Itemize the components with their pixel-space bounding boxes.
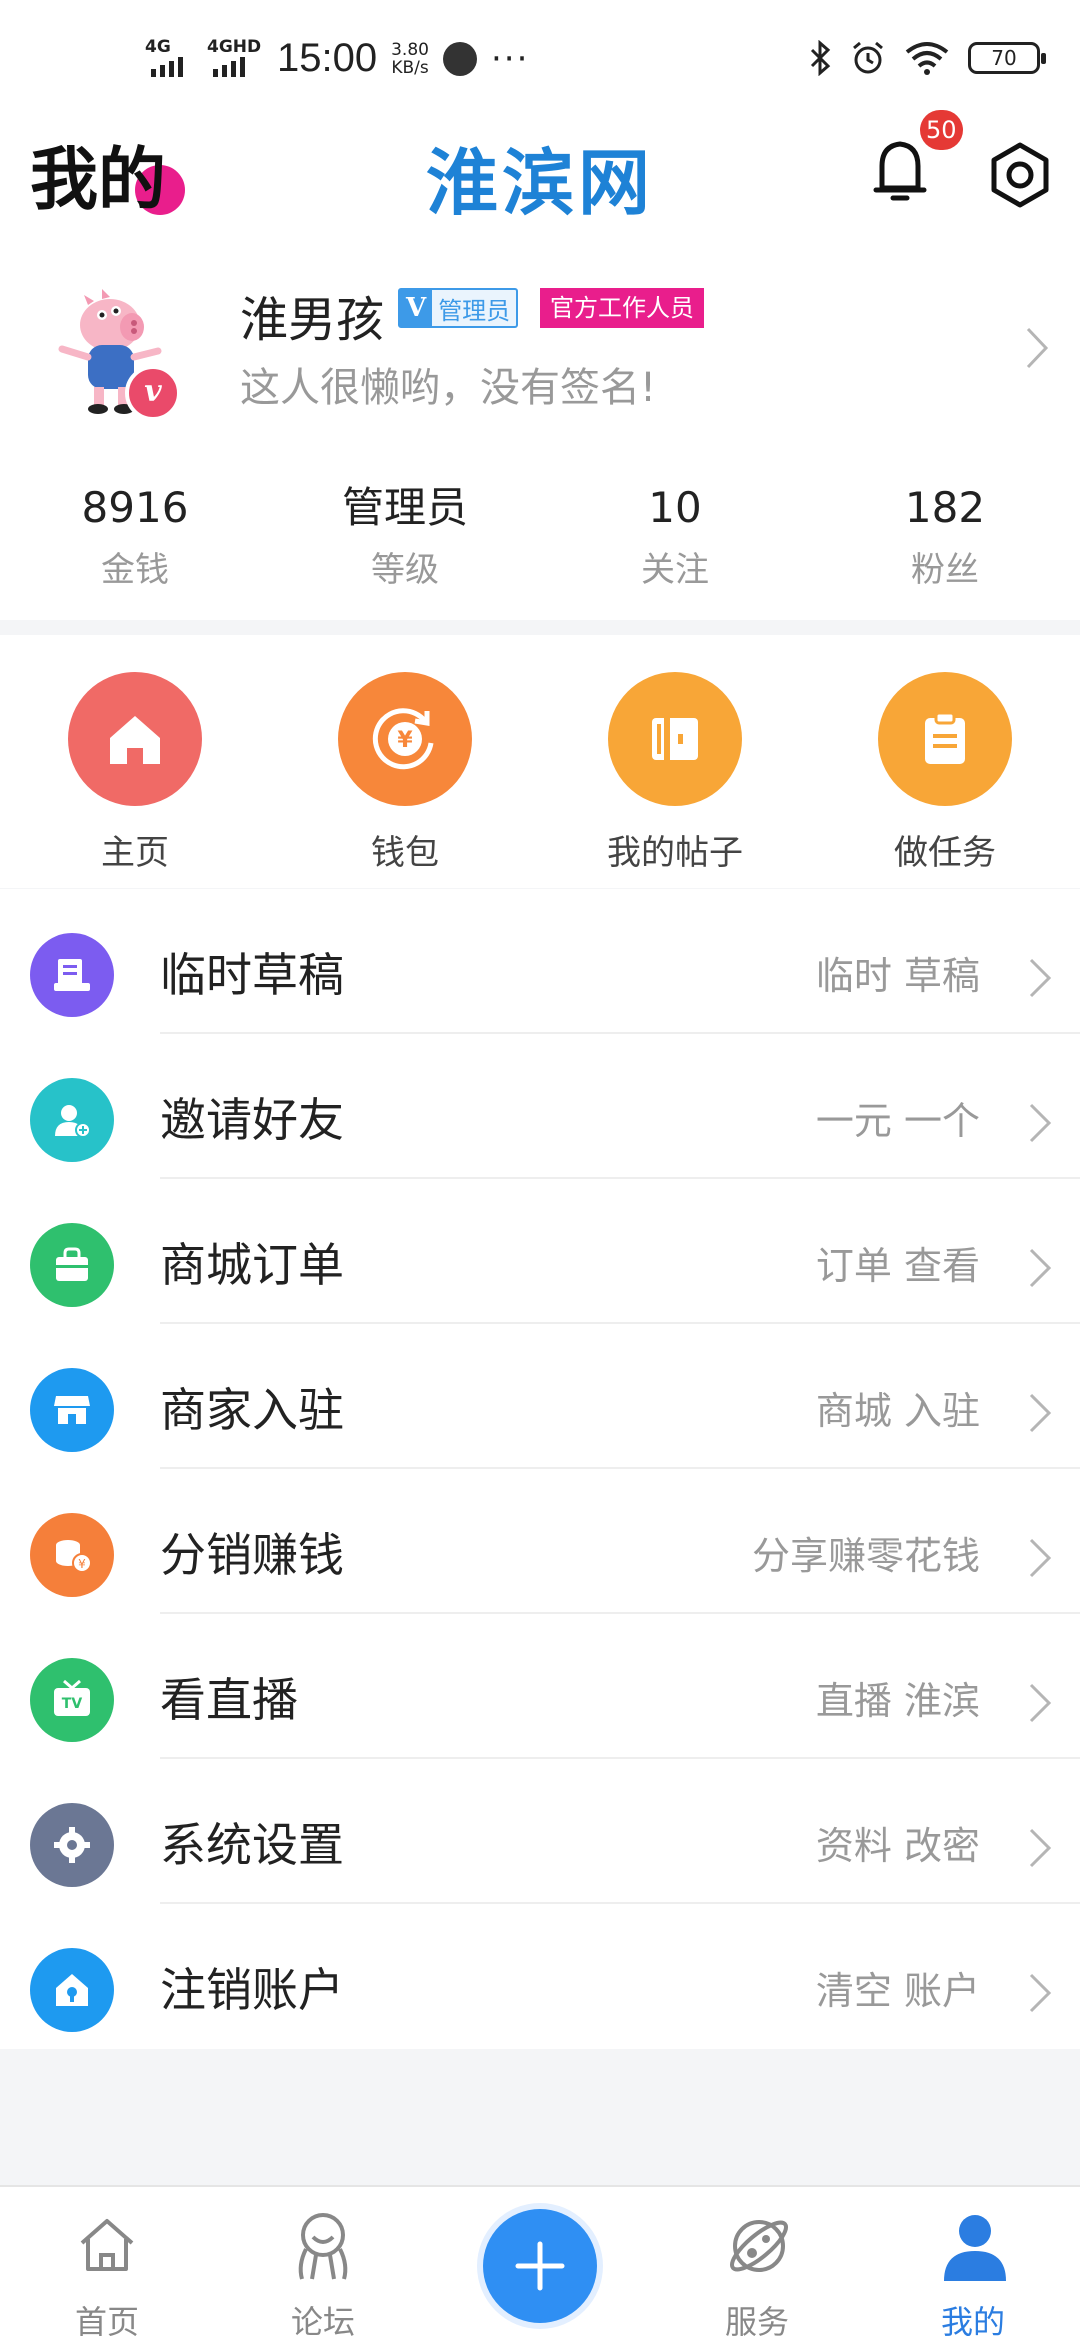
chevron-right-icon	[1029, 1828, 1052, 1868]
wifi-icon	[905, 42, 949, 75]
chevron-right-icon	[1029, 958, 1052, 998]
svg-text:¥: ¥	[78, 1557, 86, 1571]
shortcut-grid: 主页 ¥ 钱包 我的帖子 做任务	[0, 635, 1080, 888]
shortcut-my-posts[interactable]: 我的帖子	[540, 635, 810, 888]
home-outline-icon	[80, 2219, 134, 2271]
alarm-icon	[853, 41, 883, 74]
stat-level[interactable]: 管理员 等级	[270, 480, 540, 591]
menu-item-distribution[interactable]: ¥ 分销赚钱 分享赚零花钱	[0, 1469, 1080, 1614]
verified-badge: v	[125, 365, 181, 421]
stat-following[interactable]: 10 关注	[540, 480, 810, 591]
profile-card[interactable]: v 淮男孩 V 管理员 官方工作人员 这人很懒哟，没有签名! 8916 金钱 管…	[0, 235, 1080, 620]
draft-icon	[30, 933, 114, 1017]
username: 淮男孩	[240, 292, 385, 348]
coins-icon: ¥	[30, 1513, 114, 1597]
network-speed: 3.80 KB/s	[391, 39, 429, 78]
profile-page: 4G 4GHD 15:00 3.80 KB/s ··· 70 我的 淮滨网 50…	[0, 0, 1080, 2340]
signature: 这人很懒哟，没有签名!	[240, 365, 657, 411]
speedometer-icon	[442, 41, 477, 76]
chevron-right-icon	[1029, 1973, 1052, 2013]
menu-item-drafts[interactable]: 临时草稿 临时 草稿	[0, 889, 1080, 1034]
user-icon	[944, 2215, 1006, 2281]
chevron-right-icon	[1029, 1393, 1052, 1433]
svg-text:¥: ¥	[397, 728, 413, 753]
chevron-right-icon	[1029, 1538, 1052, 1578]
clock: 15:00	[277, 36, 378, 80]
nav-forum[interactable]: 论坛	[248, 2187, 398, 2340]
chevron-right-icon	[1029, 1683, 1052, 1723]
stats-row: 8916 金钱 管理员 等级 10 关注 182 粉丝	[0, 480, 1080, 591]
wallet-icon: ¥	[338, 672, 472, 806]
staff-tag: 官方工作人员	[540, 288, 704, 328]
signal-4ghd: 4GHD	[207, 38, 263, 79]
svg-text:TV: TV	[62, 1696, 83, 1712]
shortcut-home[interactable]: 主页	[0, 635, 270, 888]
gear-icon	[30, 1803, 114, 1887]
stat-followers[interactable]: 182 粉丝	[810, 480, 1080, 591]
chevron-right-icon	[1026, 327, 1049, 369]
bottom-nav: 首页 论坛 服务 我的	[0, 2185, 1080, 2340]
shortcut-tasks[interactable]: 做任务	[810, 635, 1080, 888]
notification-bell-icon[interactable]	[868, 130, 932, 210]
nav-home[interactable]: 首页	[32, 2187, 182, 2340]
posts-icon	[608, 672, 742, 806]
settings-hexagon-icon[interactable]	[985, 140, 1055, 210]
more-icon: ···	[490, 38, 530, 79]
menu-item-delete-account[interactable]: 注销账户 清空 账户	[0, 1904, 1080, 2049]
app-header: 我的 淮滨网 50	[0, 110, 1080, 235]
stat-money[interactable]: 8916 金钱	[0, 480, 270, 591]
nav-mine[interactable]: 我的	[898, 2187, 1048, 2340]
plus-icon	[515, 2241, 565, 2291]
admin-tag: V 管理员	[398, 288, 519, 328]
shortcut-wallet[interactable]: ¥ 钱包	[270, 635, 540, 888]
notification-badge: 50	[920, 110, 963, 150]
home-icon	[68, 672, 202, 806]
shopping-bag-icon	[30, 1223, 114, 1307]
forum-icon	[298, 2213, 348, 2280]
status-bar: 4G 4GHD 15:00 3.80 KB/s ··· 70	[0, 0, 1080, 110]
menu-item-invite-friends[interactable]: 邀请好友 一元 一个	[0, 1034, 1080, 1179]
bluetooth-icon	[810, 40, 831, 76]
menu-item-merchant-join[interactable]: 商家入驻 商城 入驻	[0, 1324, 1080, 1469]
menu-item-system-settings[interactable]: 系统设置 资料 改密	[0, 1759, 1080, 1904]
menu-list: 临时草稿 临时 草稿 邀请好友 一元 一个 商城订单 订单 查看 商家入驻 商城…	[0, 889, 1080, 2049]
task-icon	[878, 672, 1012, 806]
planet-icon	[730, 2220, 788, 2272]
nav-service[interactable]: 服务	[682, 2187, 832, 2340]
invite-user-icon	[30, 1078, 114, 1162]
menu-item-live[interactable]: TV 看直播 直播 淮滨	[0, 1614, 1080, 1759]
signal-4g: 4G	[145, 38, 193, 79]
chevron-right-icon	[1029, 1248, 1052, 1288]
battery-indicator: 70	[968, 42, 1046, 74]
tv-icon: TV	[30, 1658, 114, 1742]
add-post-button[interactable]	[483, 2209, 597, 2323]
menu-item-mall-orders[interactable]: 商城订单 订单 查看	[0, 1179, 1080, 1324]
lock-house-icon	[30, 1948, 114, 2032]
store-icon	[30, 1368, 114, 1452]
chevron-right-icon	[1029, 1103, 1052, 1143]
